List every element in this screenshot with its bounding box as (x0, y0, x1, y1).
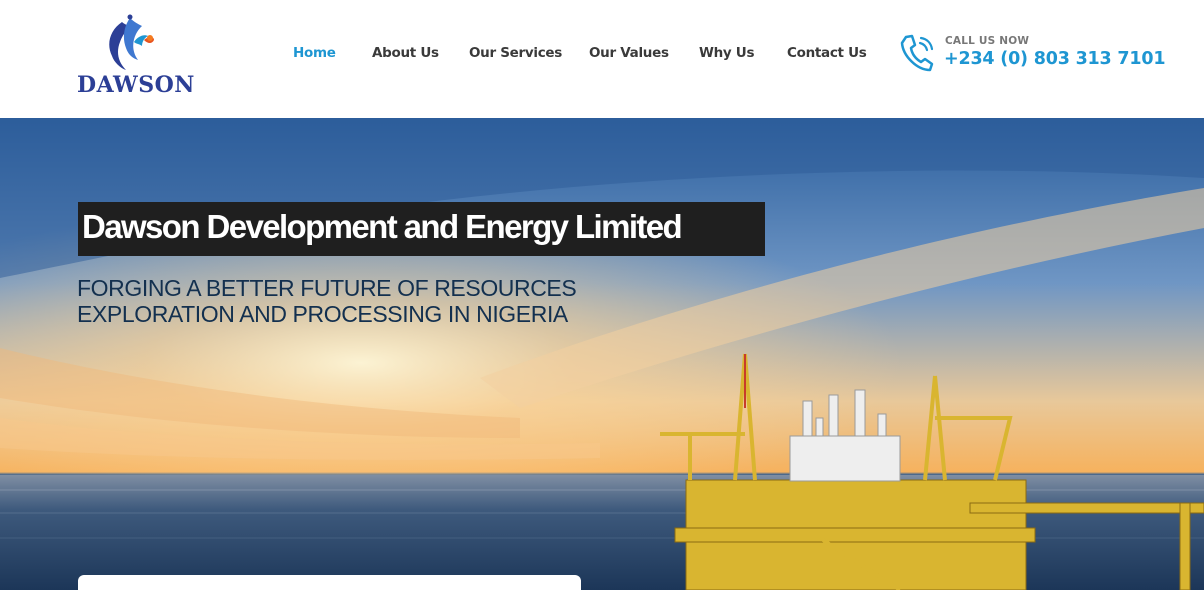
nav-contact-us[interactable]: Contact Us (787, 45, 867, 61)
hero-title-box: Dawson Development and Energy Limited (78, 202, 765, 256)
hero-banner: Dawson Development and Energy Limited FO… (0, 118, 1204, 590)
oil-platform-sunset-image (0, 118, 1204, 590)
nav-our-values[interactable]: Our Values (589, 45, 669, 61)
nav-about-us[interactable]: About Us (372, 45, 439, 61)
brand-name: DAWSON (77, 72, 195, 98)
hero-subtitle: FORGING A BETTER FUTURE OF RESOURCES EXP… (77, 275, 577, 327)
phone-icon (900, 34, 934, 72)
call-us-block[interactable]: CALL US NOW +234 (0) 803 313 7101 (897, 32, 1166, 76)
hero-subtitle-line-1: FORGING A BETTER FUTURE OF RESOURCES (77, 275, 577, 301)
dawson-logo[interactable]: DAWSON (76, 14, 194, 100)
content-card (78, 575, 581, 590)
phone-number[interactable]: +234 (0) 803 313 7101 (944, 49, 1166, 69)
call-us-label: CALL US NOW (945, 35, 1030, 47)
hero-subtitle-line-2: EXPLORATION AND PROCESSING IN NIGERIA (77, 301, 568, 327)
nav-our-services[interactable]: Our Services (469, 45, 562, 61)
hero-title: Dawson Development and Energy Limited (82, 208, 683, 245)
nav-why-us[interactable]: Why Us (699, 45, 755, 61)
site-header: DAWSON Home About Us Our Services Our Va… (0, 0, 1204, 118)
flame-logo-icon (109, 14, 154, 70)
nav-home[interactable]: Home (293, 45, 336, 61)
